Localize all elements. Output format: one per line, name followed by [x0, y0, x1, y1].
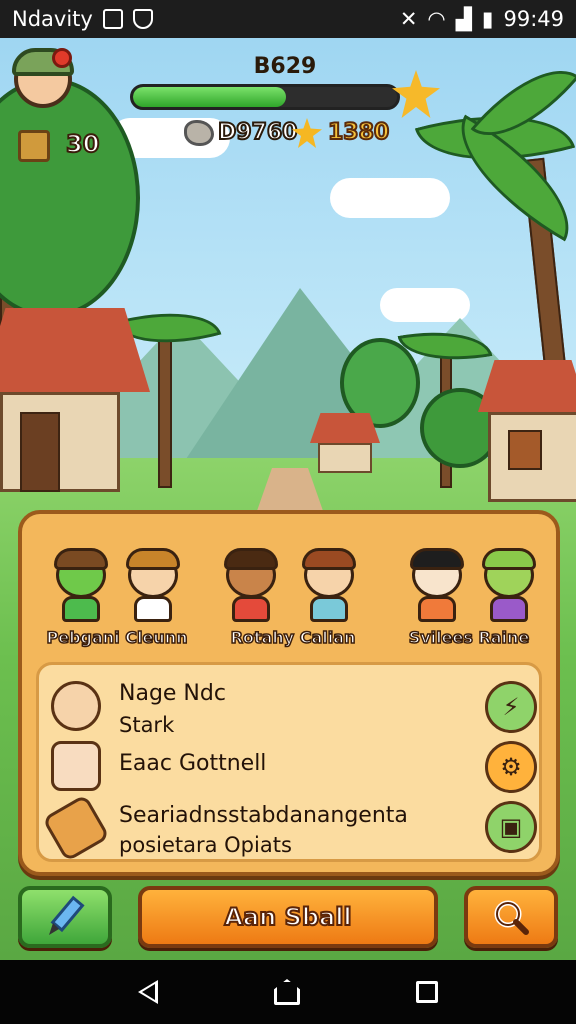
scroll-icon — [41, 793, 111, 863]
character-group[interactable]: Pebgani Cleunn — [32, 532, 202, 656]
character-figure — [222, 548, 280, 622]
list-item[interactable]: Nage Ndc Stark ⚡ — [39, 673, 545, 737]
character-figure — [52, 548, 110, 622]
cat-face-icon — [51, 741, 101, 791]
crate-icon — [18, 130, 50, 162]
level-text: B629 — [253, 54, 317, 79]
search-button[interactable] — [464, 886, 558, 948]
coin-count: 1380 — [327, 119, 390, 146]
gear-icon: ⚙ — [500, 753, 522, 781]
list-item[interactable]: Eaac Gottnell ⚙ — [39, 741, 545, 801]
back-icon[interactable] — [138, 980, 158, 1004]
note-icon: ▣ — [499, 813, 523, 841]
lightning-button[interactable]: ⚡ — [485, 681, 537, 733]
recents-icon[interactable] — [416, 981, 438, 1003]
search-icon — [494, 900, 529, 935]
gear-button[interactable]: ⚙ — [485, 741, 537, 793]
crate-count: 30 — [65, 129, 100, 159]
character-figure — [408, 548, 466, 622]
android-nav-bar — [0, 960, 576, 1024]
group-label: Svilees Raine — [408, 627, 530, 648]
shield-icon — [132, 9, 153, 29]
character-figure — [480, 548, 538, 622]
list-item-title: Eaac Gottnell — [119, 751, 267, 776]
status-time: 99:49 — [503, 7, 564, 31]
group-label: Pebgani Cleunn — [46, 627, 188, 648]
palm-trunk — [158, 338, 172, 488]
image-icon — [102, 9, 123, 29]
lightning-icon: ⚡ — [502, 693, 520, 721]
character-panel: Pebgani Cleunn Rotahy Calian Svilees Rai… — [18, 510, 560, 876]
edit-button[interactable] — [18, 886, 112, 948]
xp-bar-fill — [133, 87, 287, 107]
status-bar: Ndavity ✕ ◠ ▟ ▮ 99:49 — [0, 0, 576, 38]
wifi-icon: ◠ — [427, 7, 446, 31]
main-action-button[interactable]: Aan Sball — [138, 886, 438, 948]
list-item-subtitle: posietara Opiats — [119, 833, 292, 857]
character-figure — [124, 548, 182, 622]
note-button[interactable]: ▣ — [485, 801, 537, 853]
xp-bar — [130, 84, 400, 110]
list-item-subtitle: Stark — [119, 713, 175, 737]
ore-icon — [184, 120, 214, 146]
battery-icon: ▮ — [481, 7, 494, 31]
ore-count: D9760 — [217, 119, 298, 146]
list-item-title: Nage Ndc — [119, 681, 226, 706]
home-icon[interactable] — [274, 979, 300, 1005]
list-item-title: Seariadnsstabdanangenta — [119, 803, 408, 828]
entry-list: Nage Ndc Stark ⚡ Eaac Gottnell ⚙ Seariad… — [36, 662, 545, 863]
character-group[interactable]: Svilees Raine — [384, 532, 554, 656]
mute-icon: ✕ — [399, 7, 418, 31]
status-app-name: Ndavity — [12, 7, 93, 31]
pencil-icon — [49, 895, 85, 935]
child-portrait-icon — [51, 681, 101, 731]
character-group[interactable]: Rotahy Calian — [208, 532, 378, 656]
cloud — [330, 178, 450, 218]
notification-dot — [52, 48, 72, 68]
list-item[interactable]: Seariadnsstabdanangenta posietara Opiats… — [39, 793, 545, 863]
character-figure — [300, 548, 358, 622]
signal-icon: ▟ — [455, 7, 472, 31]
group-label: Rotahy Calian — [230, 627, 356, 648]
